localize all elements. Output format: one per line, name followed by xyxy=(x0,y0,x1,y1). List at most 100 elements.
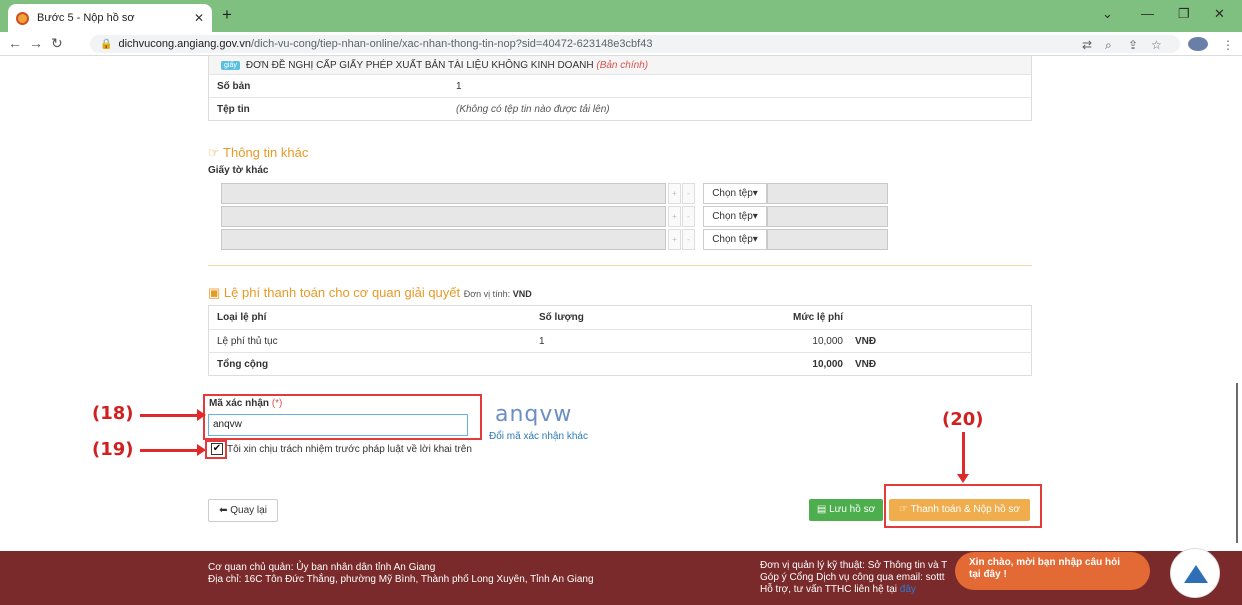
money-icon: ▣ xyxy=(208,285,221,300)
choose-file-label: Chọn tệp xyxy=(712,234,753,245)
window-close-icon[interactable]: ✕ xyxy=(1214,6,1225,22)
file-value: (Không có tệp tin nào được tải lên) xyxy=(456,103,610,115)
other-info-title: ☞ Thông tin khác xyxy=(208,145,308,161)
pay-submit-button[interactable]: ☞ Thanh toán & Nộp hồ sơ xyxy=(889,499,1030,521)
choose-file-button[interactable]: Chọn tệp▾ xyxy=(703,183,767,204)
scrollbar[interactable] xyxy=(1236,383,1238,543)
total-label: Tổng cộng xyxy=(217,359,269,370)
document-note: (Bản chính) xyxy=(596,59,649,71)
zoom-icon[interactable]: ⌕ xyxy=(1105,38,1112,53)
file-upload-row: + - Chọn tệp▾ xyxy=(221,183,888,204)
tab-title: Bước 5 - Nộp hồ sơ xyxy=(37,12,135,24)
fee-type: Lệ phí thủ tục xyxy=(217,336,278,347)
table-row: Lệ phí thủ tục 1 10,000 VNĐ xyxy=(209,329,1031,352)
url-field[interactable]: 🔒 dichvucong.angiang.gov.vn/dich-vu-cong… xyxy=(90,35,1180,53)
bookmark-star-icon[interactable]: ☆ xyxy=(1151,38,1162,52)
total-currency: VNĐ xyxy=(855,359,877,370)
choose-file-label: Chọn tệp xyxy=(712,188,753,199)
fees-title-text: Lệ phí thanh toán cho cơ quan giải quyết xyxy=(223,285,461,300)
document-table: giấy ĐƠN ĐỀ NGHỊ CẤP GIẤY PHÉP XUẤT BẢN … xyxy=(208,56,1032,121)
url-domain: dichvucong.angiang.gov.vn xyxy=(118,38,251,50)
forward-arrow-icon[interactable]: → xyxy=(29,35,43,51)
footer-feedback: Góp ý Cổng Dịch vụ công qua email: sottt xyxy=(760,572,945,583)
footer-support: Hỗ trợ, tư vấn TTHC liên hệ tại đây xyxy=(760,584,916,595)
choose-file-button[interactable]: Chọn tệp▾ xyxy=(703,229,767,250)
file-description-input[interactable] xyxy=(221,206,666,227)
file-description-input[interactable] xyxy=(221,229,666,250)
restore-icon[interactable]: ❐ xyxy=(1178,6,1190,22)
url-path: /dich-vu-cong/tiep-nhan-online/xac-nhan-… xyxy=(250,38,653,50)
back-arrow-icon[interactable]: ← xyxy=(8,35,22,51)
file-upload-row: + - Chọn tệp▾ xyxy=(221,206,888,227)
arrow-left-icon: ⬅ xyxy=(219,505,228,516)
column-header: Loại lệ phí xyxy=(217,312,267,323)
chat-launcher-button[interactable] xyxy=(1170,548,1220,598)
remove-row-button[interactable]: - xyxy=(682,229,695,250)
footer-owner: Cơ quan chủ quản: Ủy ban nhân dân tỉnh A… xyxy=(208,562,436,573)
new-tab-icon[interactable]: + xyxy=(222,5,232,25)
document-name: ĐƠN ĐỀ NGHỊ CẤP GIẤY PHÉP XUẤT BẢN TÀI L… xyxy=(245,59,594,71)
hand-pointer-icon: ☞ xyxy=(899,504,908,515)
fee-amount: 10,000 xyxy=(812,336,843,347)
save-button[interactable]: ▤ Lưu hồ sơ xyxy=(809,499,883,521)
annotation-label-18: (18) xyxy=(92,403,134,424)
minimize-icon[interactable]: — xyxy=(1141,6,1154,21)
document-badge: giấy xyxy=(221,60,240,70)
file-upload-row: + - Chọn tệp▾ xyxy=(221,229,888,250)
file-name-field[interactable] xyxy=(767,183,888,204)
share-icon[interactable]: ⇪ xyxy=(1128,38,1138,52)
file-name-field[interactable] xyxy=(767,206,888,227)
save-button-label: Lưu hồ sơ xyxy=(829,504,876,515)
copies-value: 1 xyxy=(456,80,462,92)
remove-row-button[interactable]: - xyxy=(682,206,695,227)
fees-table: Loại lệ phí Số lượng Mức lệ phí Lệ phí t… xyxy=(208,305,1032,376)
translate-icon[interactable]: ⇄ xyxy=(1082,38,1092,52)
annotation-arrow-20 xyxy=(957,432,969,483)
address-bar: ← → ↻ 🔒 dichvucong.angiang.gov.vn/dich-v… xyxy=(0,32,1242,56)
captcha-refresh-link[interactable]: Đổi mã xác nhận khác xyxy=(489,431,588,442)
back-button[interactable]: ⬅ Quay lại xyxy=(208,499,278,522)
copies-label: Số bản xyxy=(217,80,251,92)
chat-line-2: tại đây ! xyxy=(969,569,1007,580)
footer-support-text: Hỗ trợ, tư vấn TTHC liên hệ tại xyxy=(760,584,898,595)
fees-unit: Đơn vị tính: VND xyxy=(463,289,532,299)
browser-tabbar: Bước 5 - Nộp hồ sơ ✕ + ⌄ — ❐ ✕ xyxy=(0,0,1242,32)
support-link[interactable]: đây xyxy=(900,584,916,595)
annotation-box-19 xyxy=(205,440,227,459)
site-favicon-icon xyxy=(16,11,29,25)
hand-pointer-icon: ☞ xyxy=(208,145,220,160)
fees-title: ▣ Lệ phí thanh toán cho cơ quan giải quy… xyxy=(208,285,532,301)
chat-greeting-bubble[interactable]: Xin chào, mời bạn nhập câu hỏi tại đây ! xyxy=(955,552,1150,590)
other-info-title-text: Thông tin khác xyxy=(223,145,309,160)
save-icon: ▤ xyxy=(816,504,827,515)
footer-address: Địa chỉ: 16C Tôn Đức Thắng, phường Mỹ Bì… xyxy=(208,574,594,585)
annotation-box-18 xyxy=(203,394,482,440)
responsibility-label: Tôi xin chịu trách nhiệm trước pháp luật… xyxy=(227,444,472,455)
menu-kebab-icon[interactable]: ⋮ xyxy=(1222,38,1234,52)
pay-button-label: Thanh toán & Nộp hồ sơ xyxy=(910,504,1020,515)
total-row: Tổng cộng 10,000 VNĐ xyxy=(209,352,1031,375)
table-row: Tệp tin (Không có tệp tin nào được tải l… xyxy=(209,97,1031,120)
add-row-button[interactable]: + xyxy=(668,229,681,250)
add-row-button[interactable]: + xyxy=(668,183,681,204)
total-amount: 10,000 xyxy=(812,359,843,370)
section-divider xyxy=(208,265,1032,266)
profile-avatar[interactable] xyxy=(1188,37,1208,51)
document-header-row: giấy ĐƠN ĐỀ NGHỊ CẤP GIẤY PHÉP XUẤT BẢN … xyxy=(209,56,1031,74)
lock-icon: 🔒 xyxy=(100,38,113,50)
choose-file-button[interactable]: Chọn tệp▾ xyxy=(703,206,767,227)
table-row: Số bản 1 xyxy=(209,74,1031,97)
file-name-field[interactable] xyxy=(767,229,888,250)
file-description-input[interactable] xyxy=(221,183,666,204)
annotation-label-19: (19) xyxy=(92,439,134,460)
tab-search-chevron-icon[interactable]: ⌄ xyxy=(1102,6,1113,22)
back-button-label: Quay lại xyxy=(230,505,267,516)
add-row-button[interactable]: + xyxy=(668,206,681,227)
column-header: Mức lệ phí xyxy=(793,312,844,323)
browser-tab[interactable]: Bước 5 - Nộp hồ sơ ✕ xyxy=(8,4,212,32)
remove-row-button[interactable]: - xyxy=(682,183,695,204)
tab-close-icon[interactable]: ✕ xyxy=(194,11,204,25)
captcha-image: anqvw xyxy=(495,402,573,427)
reload-icon[interactable]: ↻ xyxy=(51,35,63,52)
column-header: Số lượng xyxy=(539,312,584,323)
